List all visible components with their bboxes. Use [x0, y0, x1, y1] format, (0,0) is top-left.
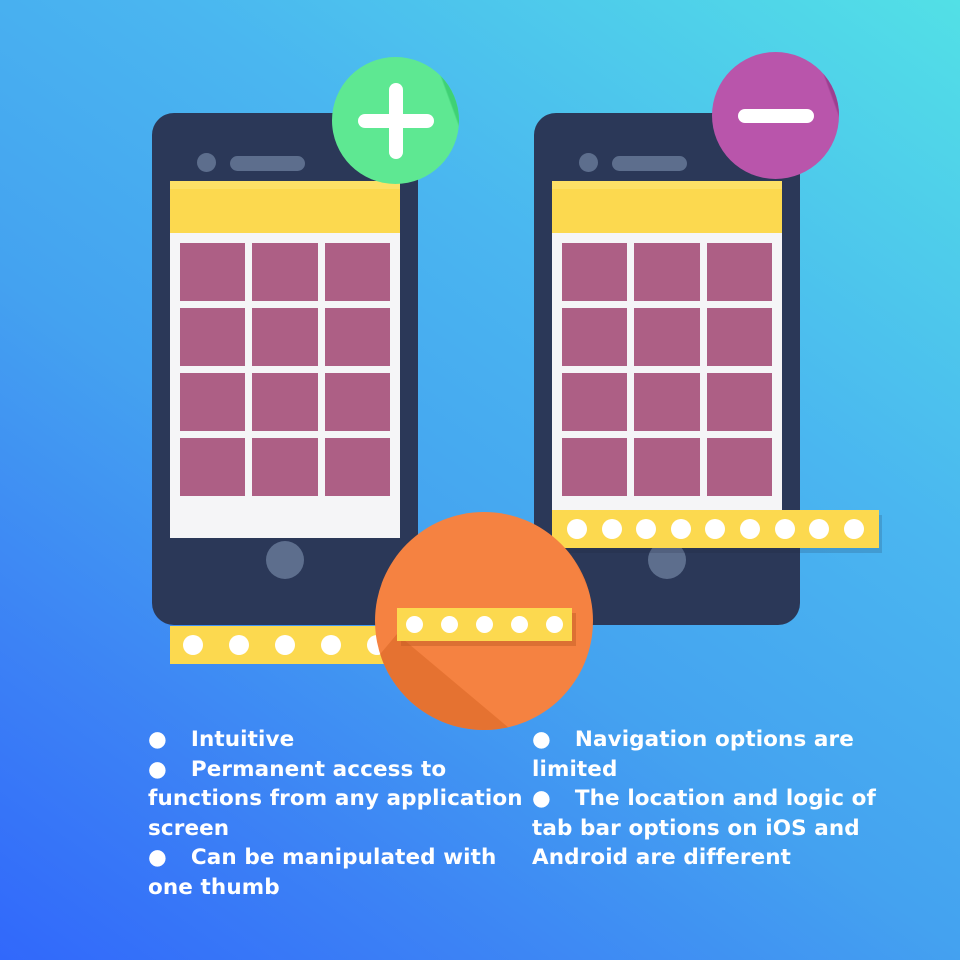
grid-tile — [252, 438, 318, 496]
tab-bar-item[interactable] — [229, 635, 249, 655]
tab-bar-item[interactable] — [670, 519, 691, 539]
plus-badge — [332, 57, 459, 184]
list-item: ● Can be manipulated with one thumb — [148, 843, 528, 902]
list-item-text: Intuitive — [190, 727, 295, 752]
grid-tile — [252, 243, 318, 301]
grid-tile — [252, 308, 318, 366]
grid-tile — [180, 243, 246, 301]
camera-icon — [579, 153, 598, 172]
phone-right — [534, 113, 812, 625]
app-header-bar — [552, 181, 782, 233]
tab-bar-left[interactable] — [170, 626, 400, 664]
tab-bar-item[interactable] — [740, 519, 760, 539]
tab-bar-item[interactable] — [774, 519, 795, 539]
tab-bar-highlight-circle — [375, 512, 593, 730]
grid-tile — [634, 308, 700, 366]
bullet-icon: ● — [148, 845, 167, 870]
grid-tile — [706, 438, 772, 496]
tab-bar-item[interactable] — [636, 519, 657, 539]
tab-bar-item[interactable] — [275, 635, 295, 655]
list-item-text: Permanent access to functions from any a… — [148, 756, 523, 841]
grid-tile — [706, 243, 772, 301]
grid-tile — [706, 373, 772, 431]
tab-bar-item[interactable] — [321, 635, 341, 655]
phone-right-screen — [552, 181, 782, 538]
grid-tile — [634, 438, 700, 496]
grid-tile — [562, 243, 628, 301]
bullet-icon: ● — [532, 786, 551, 811]
content-grid-right — [562, 243, 772, 496]
bullet-icon: ● — [148, 727, 167, 752]
bullet-icon: ● — [148, 756, 167, 782]
infographic-canvas: ● Intuitive ● Permanent access to function… — [0, 0, 960, 960]
minus-badge — [712, 52, 839, 179]
tab-bar-zoomed[interactable] — [397, 608, 572, 641]
grid-tile — [180, 438, 246, 496]
tab-bar-right-overflowing[interactable] — [552, 510, 879, 548]
grid-tile — [180, 308, 246, 366]
phone-left — [152, 113, 430, 625]
list-item: ● Permanent access to functions from any … — [148, 755, 528, 844]
tab-bar-item[interactable] — [705, 519, 726, 539]
speaker-grille-icon — [230, 156, 305, 171]
phone-left-screen — [170, 181, 400, 538]
grid-tile — [562, 308, 628, 366]
grid-tile — [634, 243, 700, 301]
comparison-text: ● Intuitive ● Permanent access to function… — [0, 725, 960, 902]
tab-bar-item[interactable] — [511, 616, 528, 633]
speaker-grille-icon — [612, 156, 687, 171]
list-item-text: Navigation options are limited — [532, 727, 854, 782]
tab-bar-item[interactable] — [546, 616, 563, 633]
bullet-icon: ● — [532, 727, 551, 752]
grid-tile — [324, 243, 390, 301]
grid-tile — [562, 438, 628, 496]
list-item-text: Can be manipulated with one thumb — [148, 845, 497, 900]
tab-bar-item[interactable] — [406, 616, 423, 633]
grid-tile — [324, 373, 390, 431]
list-item-text: The location and logic of tab bar option… — [532, 786, 876, 870]
list-item: ● Intuitive — [148, 725, 528, 755]
grid-tile — [634, 373, 700, 431]
limitations-column: ● Navigation options are limited ● The loc… — [532, 725, 912, 902]
home-button[interactable] — [266, 541, 304, 579]
advantages-column: ● Intuitive ● Permanent access to function… — [148, 725, 528, 902]
app-header-bar — [170, 181, 400, 233]
tab-bar-item[interactable] — [843, 519, 864, 539]
list-item: ● The location and logic of tab bar optio… — [532, 784, 912, 873]
camera-icon — [197, 153, 216, 172]
tab-bar-item[interactable] — [183, 635, 203, 655]
list-item: ● Navigation options are limited — [532, 725, 912, 784]
tab-bar-item[interactable] — [809, 519, 830, 539]
grid-tile — [324, 308, 390, 366]
content-grid-left — [180, 243, 390, 496]
tab-bar-item[interactable] — [441, 616, 458, 633]
tab-bar-item[interactable] — [476, 616, 493, 633]
grid-tile — [562, 373, 628, 431]
grid-tile — [706, 308, 772, 366]
grid-tile — [324, 438, 390, 496]
tab-bar-item[interactable] — [567, 519, 588, 539]
tab-bar-item[interactable] — [601, 519, 622, 539]
grid-tile — [180, 373, 246, 431]
grid-tile — [252, 373, 318, 431]
